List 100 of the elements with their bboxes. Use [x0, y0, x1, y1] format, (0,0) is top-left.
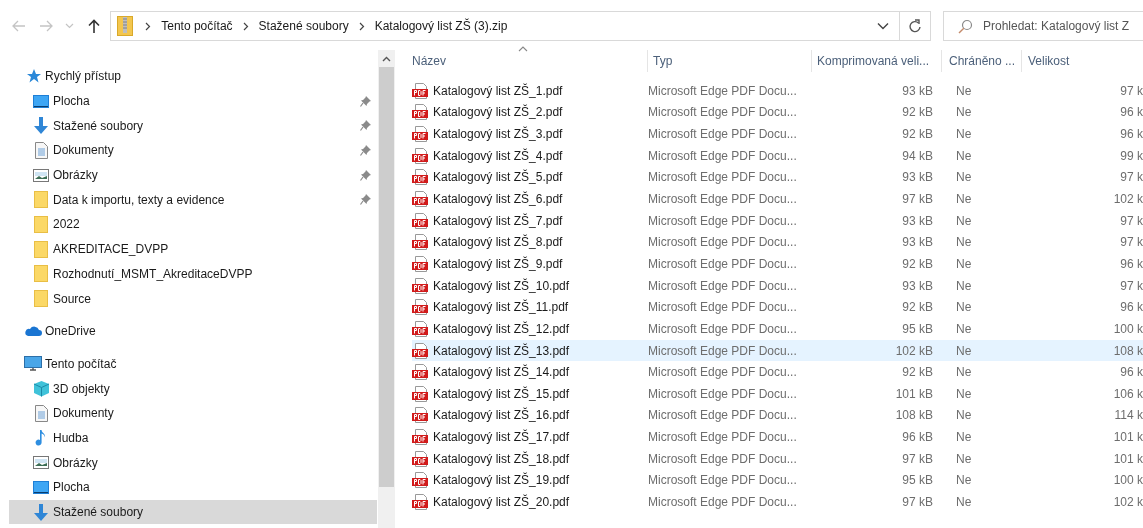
- address-bar[interactable]: Tento počítač Stažené soubory Katalogový list ZŠ (3).zip: [110, 11, 901, 41]
- file-name: Katalogový list ZŠ_7.pdf: [433, 213, 563, 228]
- file-name: Katalogový list ZŠ_9.pdf: [433, 256, 563, 271]
- compressed-size: 93 kB: [901, 235, 934, 250]
- sidebar-item[interactable]: OneDrive: [9, 318, 377, 344]
- file-size: 97 k: [1119, 213, 1143, 228]
- file-row[interactable]: Katalogový list ZŠ_19.pdf Microsoft Edge PDF Docu... 95 kB Ne 100 k: [412, 469, 1143, 492]
- folder-icon: [34, 265, 48, 283]
- file-row[interactable]: Katalogový list ZŠ_15.pdf Microsoft Edge PDF Docu... 101 kB Ne 106 k: [412, 382, 1143, 405]
- breadcrumb-item[interactable]: Tento počítač: [161, 19, 233, 33]
- pdf-file-icon: [412, 104, 428, 121]
- sidebar-item[interactable]: Dokumenty: [9, 138, 377, 163]
- document-icon: [34, 404, 48, 422]
- breadcrumb-item[interactable]: Stažené soubory: [258, 19, 349, 33]
- file-row[interactable]: Katalogový list ZŠ_8.pdf Microsoft Edge PDF Docu... 93 kB Ne 97 k: [412, 231, 1143, 254]
- file-size: 97 k: [1119, 235, 1143, 250]
- sidebar-item[interactable]: Rychlý přístup: [9, 64, 377, 89]
- file-row[interactable]: Katalogový list ZŠ_11.pdf Microsoft Edge PDF Docu... 92 kB Ne 96 k: [412, 296, 1143, 319]
- column-header[interactable]: Typ: [647, 50, 811, 72]
- file-name: Katalogový list ZŠ_20.pdf: [433, 495, 570, 509]
- file-size: 102 k: [1112, 192, 1143, 206]
- picture-frame-icon: [33, 456, 49, 470]
- sidebar-item[interactable]: 2022: [9, 212, 377, 237]
- file-name: Katalogový list ZŠ_13.pdf: [433, 343, 570, 358]
- password-protected: Ne: [955, 170, 973, 185]
- file-row[interactable]: Katalogový list ZŠ_18.pdf Microsoft Edge PDF Docu... 97 kB Ne 101 k: [412, 447, 1143, 470]
- sidebar-item[interactable]: Tento počítač: [9, 351, 377, 377]
- file-row[interactable]: Katalogový list ZŠ_12.pdf Microsoft Edge PDF Docu... 95 kB Ne 100 k: [412, 318, 1143, 340]
- pin-icon[interactable]: [360, 194, 371, 206]
- file-name: Katalogový list ZŠ_18.pdf: [433, 451, 570, 466]
- pdf-file-icon: [412, 191, 428, 207]
- sidebar-item[interactable]: Stažené soubory: [9, 113, 377, 139]
- file-type: Microsoft Edge PDF Docu...: [647, 105, 798, 120]
- pdf-file-icon: [412, 255, 428, 272]
- file-size: 96 k: [1119, 105, 1143, 120]
- pin-icon[interactable]: [360, 169, 371, 181]
- file-row[interactable]: Katalogový list ZŠ_9.pdf Microsoft Edge PDF Docu... 92 kB Ne 96 k: [412, 253, 1143, 275]
- sidebar-item[interactable]: Hudba: [9, 425, 377, 451]
- compressed-size: 101 kB: [894, 386, 934, 401]
- pin-icon[interactable]: [360, 120, 371, 132]
- breadcrumb-item[interactable]: Katalogový list ZŠ (3).zip: [374, 19, 508, 33]
- cloud-icon: [24, 325, 42, 338]
- password-protected: Ne: [955, 430, 973, 445]
- column-header[interactable]: Název: [412, 50, 647, 72]
- sidebar-item[interactable]: 3D objekty: [9, 376, 377, 401]
- file-size: 100 k: [1112, 321, 1143, 336]
- pdf-file-icon: [412, 277, 428, 294]
- column-header[interactable]: Komprimovaná veli...: [811, 50, 941, 72]
- chevron-icon: [145, 21, 152, 31]
- password-protected: Ne: [955, 235, 973, 250]
- file-type: Microsoft Edge PDF Docu...: [647, 213, 798, 228]
- file-row[interactable]: Katalogový list ZŠ_7.pdf Microsoft Edge PDF Docu... 93 kB Ne 97 k: [412, 209, 1143, 232]
- sidebar-item[interactable]: AKREDITACE_DVPP: [9, 236, 377, 262]
- scrollbar[interactable]: [378, 50, 395, 528]
- folder-icon: [34, 290, 48, 308]
- sidebar-item[interactable]: Rozhodnutí_MSMT_AkreditaceDVPP: [9, 261, 377, 287]
- file-row[interactable]: Katalogový list ZŠ_16.pdf Microsoft Edge PDF Docu... 108 kB Ne 114 k: [412, 404, 1143, 427]
- pin-icon[interactable]: [360, 95, 371, 107]
- chevron-icon: [242, 21, 249, 31]
- sidebar-item[interactable]: Data k importu, texty a evidence: [9, 187, 377, 213]
- compressed-size: 95 kB: [901, 321, 934, 336]
- file-row[interactable]: Katalogový list ZŠ_10.pdf Microsoft Edge PDF Docu... 93 kB Ne 97 k: [412, 274, 1143, 297]
- file-row[interactable]: Katalogový list ZŠ_5.pdf Microsoft Edge PDF Docu... 93 kB Ne 97 k: [412, 166, 1143, 189]
- column-header[interactable]: Chráněno ...: [941, 50, 1021, 72]
- compressed-size: 92 kB: [901, 127, 934, 142]
- file-size: 97 k: [1119, 170, 1143, 185]
- file-row[interactable]: Katalogový list ZŠ_20.pdf Microsoft Edge PDF Docu... 97 kB Ne 102 k: [412, 491, 1143, 513]
- file-type: Microsoft Edge PDF Docu...: [647, 495, 798, 509]
- file-size: 97 k: [1119, 278, 1143, 293]
- compressed-size: 93 kB: [901, 213, 934, 228]
- scroll-up-caret-icon[interactable]: [382, 56, 391, 62]
- password-protected: Ne: [955, 148, 973, 163]
- sidebar-item[interactable]: Plocha: [9, 88, 377, 114]
- sidebar-item[interactable]: Obrázky: [9, 450, 377, 475]
- file-row[interactable]: Katalogový list ZŠ_3.pdf Microsoft Edge PDF Docu... 92 kB Ne 96 k: [412, 123, 1143, 145]
- file-row[interactable]: Katalogový list ZŠ_17.pdf Microsoft Edge PDF Docu... 96 kB Ne 101 k: [412, 426, 1143, 448]
- file-row[interactable]: Katalogový list ZŠ_1.pdf Microsoft Edge PDF Docu... 93 kB Ne 97 k: [412, 80, 1143, 102]
- column-header[interactable]: Velikost: [1021, 50, 1143, 72]
- refresh-button[interactable]: [900, 11, 931, 41]
- sidebar-item[interactable]: Source: [9, 286, 377, 311]
- file-name: Katalogový list ZŠ_10.pdf: [433, 278, 570, 293]
- file-row[interactable]: Katalogový list ZŠ_6.pdf Microsoft Edge PDF Docu... 97 kB Ne 102 k: [412, 188, 1143, 210]
- document-icon: [34, 141, 48, 159]
- pin-icon[interactable]: [360, 144, 371, 156]
- sidebar-item[interactable]: Dokumenty: [9, 400, 377, 426]
- file-row[interactable]: Katalogový list ZŠ_14.pdf Microsoft Edge PDF Docu... 92 kB Ne 96 k: [412, 361, 1143, 383]
- file-row[interactable]: Katalogový list ZŠ_2.pdf Microsoft Edge PDF Docu... 92 kB Ne 96 k: [412, 101, 1143, 124]
- password-protected: Ne: [955, 386, 973, 401]
- file-row[interactable]: Katalogový list ZŠ_4.pdf Microsoft Edge PDF Docu... 94 kB Ne 99 k: [412, 144, 1143, 167]
- search-field[interactable]: Prohledat: Katalogový list Z: [943, 11, 1143, 41]
- compressed-size: 93 kB: [901, 278, 934, 293]
- sidebar-item[interactable]: Stažené soubory: [9, 499, 377, 525]
- sidebar-item[interactable]: Plocha: [9, 475, 377, 500]
- compressed-size: 92 kB: [901, 365, 934, 380]
- dropdown-caret-icon[interactable]: [877, 22, 890, 30]
- file-type: Microsoft Edge PDF Docu...: [647, 170, 798, 185]
- file-type: Microsoft Edge PDF Docu...: [647, 148, 798, 163]
- file-row[interactable]: Katalogový list ZŠ_13.pdf Microsoft Edge PDF Docu... 102 kB Ne 108 k: [412, 339, 1143, 362]
- file-size: 101 k: [1112, 451, 1143, 466]
- sidebar-item[interactable]: Obrázky: [9, 162, 377, 188]
